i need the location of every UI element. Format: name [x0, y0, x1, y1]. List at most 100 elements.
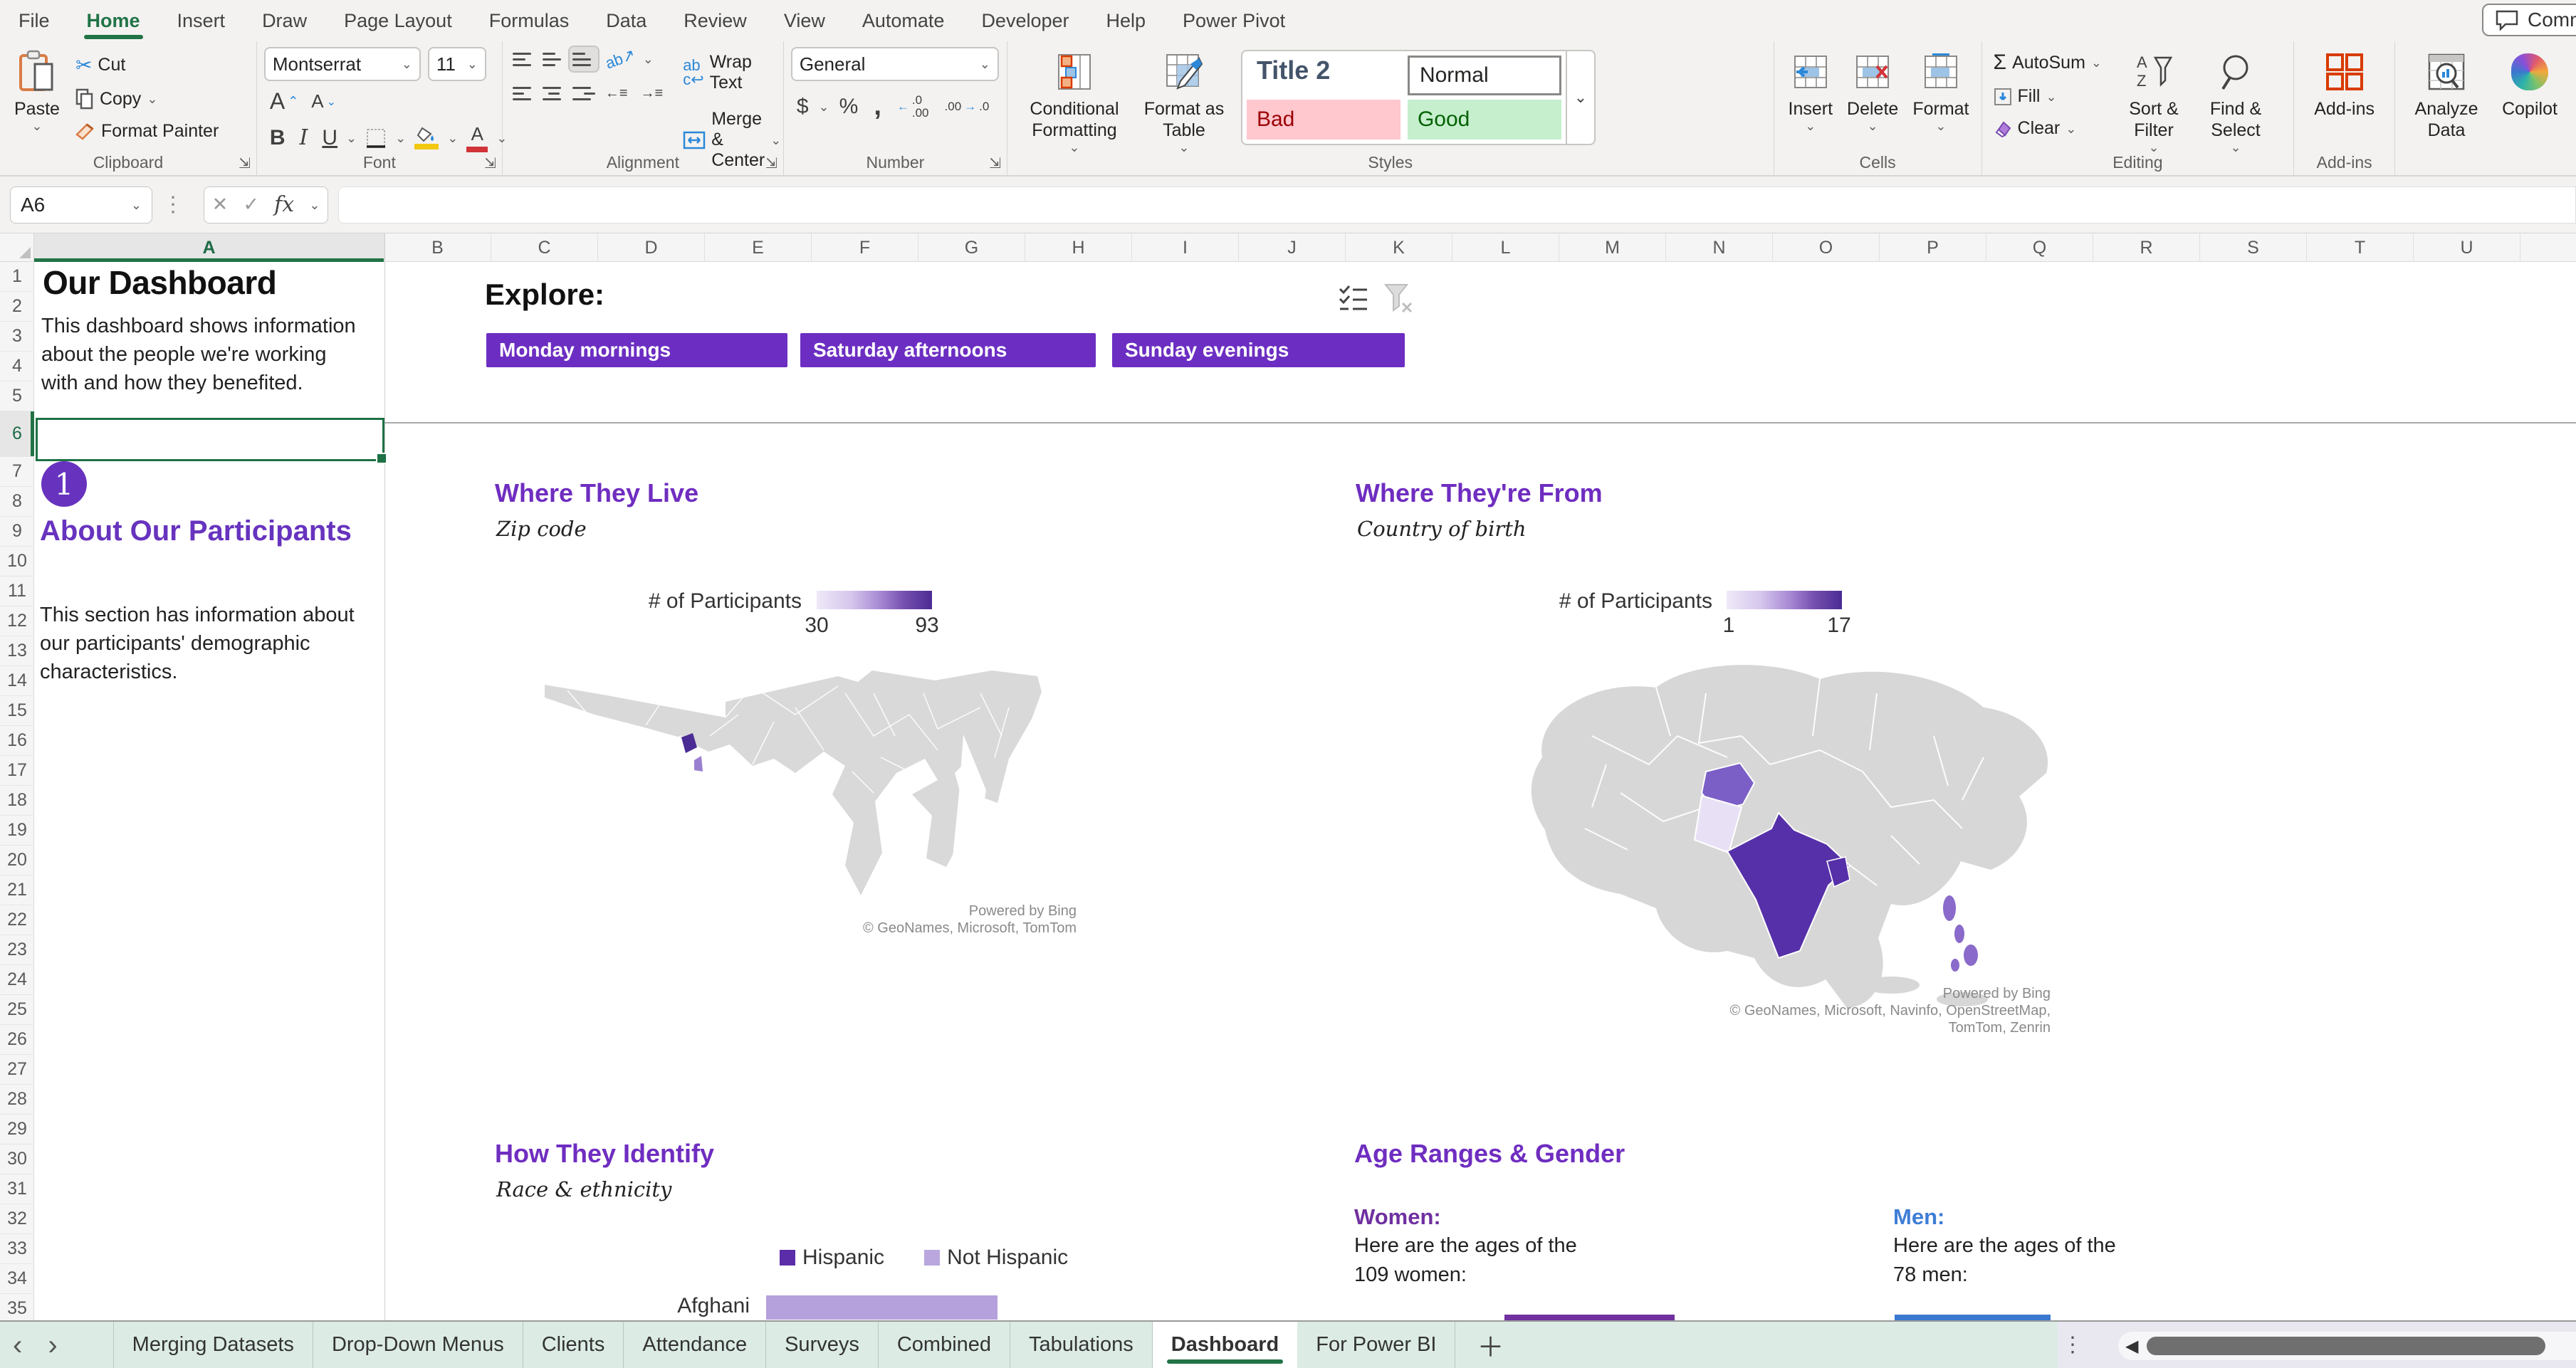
clear-button[interactable]: Clear ⌄	[1989, 116, 2106, 141]
column-header-M[interactable]: M	[1559, 233, 1666, 262]
sheet-nav-left-icon[interactable]: ‹	[0, 1331, 35, 1359]
increase-indent-button[interactable]: →≡	[635, 84, 669, 103]
ribbon-tab-data[interactable]: Data	[587, 0, 665, 41]
sheet-tab-combined[interactable]: Combined	[879, 1322, 1010, 1368]
sort-filter-button[interactable]: A Z Sort & Filter ⌄	[2112, 47, 2196, 157]
row-header-16[interactable]: 16	[0, 726, 34, 756]
row-header-29[interactable]: 29	[0, 1115, 34, 1145]
conditional-formatting-button[interactable]: Conditional Formatting ⌄	[1015, 47, 1134, 157]
borders-caret-icon[interactable]: ⌄	[395, 132, 406, 144]
row-header-26[interactable]: 26	[0, 1025, 34, 1055]
ribbon-tab-help[interactable]: Help	[1088, 0, 1165, 41]
italic-button[interactable]: I	[294, 124, 314, 152]
row-header-21[interactable]: 21	[0, 875, 34, 905]
row-header-5[interactable]: 5	[0, 382, 34, 411]
sheet-tab-clients[interactable]: Clients	[523, 1322, 624, 1368]
column-header-L[interactable]: L	[1452, 233, 1559, 262]
row-header-35[interactable]: 35	[0, 1294, 34, 1324]
copy-button[interactable]: Copy ⌄	[71, 86, 223, 112]
row-header-10[interactable]: 10	[0, 547, 34, 577]
comments-button[interactable]: Comments	[2482, 4, 2576, 36]
font-size-select[interactable]: 11⌄	[428, 47, 486, 81]
ribbon-tab-review[interactable]: Review	[665, 0, 765, 41]
row-header-9[interactable]: 9	[0, 517, 34, 547]
alignment-dialog-launcher[interactable]: ⇲	[765, 154, 777, 172]
column-header-U[interactable]: U	[2414, 233, 2520, 262]
sheet-tab-dashboard[interactable]: Dashboard	[1153, 1322, 1297, 1368]
style-normal[interactable]: Normal	[1408, 56, 1561, 95]
slicer-multiselect-icon[interactable]	[1339, 283, 1370, 312]
align-right-button[interactable]	[570, 81, 598, 105]
style-good[interactable]: Good	[1408, 100, 1561, 140]
font-color-button[interactable]: A	[461, 122, 493, 154]
decrease-decimal-button[interactable]: .00→.0	[939, 99, 995, 115]
slicer-clear-filter-icon[interactable]	[1383, 282, 1414, 313]
row-header-28[interactable]: 28	[0, 1085, 34, 1115]
ribbon-tab-draw[interactable]: Draw	[244, 0, 325, 41]
align-bottom-button[interactable]	[570, 47, 598, 71]
autosum-caret-icon[interactable]: ⌄	[2091, 56, 2102, 69]
column-header-R[interactable]: R	[2093, 233, 2200, 262]
paste-button[interactable]: Paste ⌄	[7, 47, 67, 135]
row-header-34[interactable]: 34	[0, 1264, 34, 1294]
sheet-tab-for-power-bi[interactable]: For Power BI	[1297, 1322, 1455, 1368]
accounting-format-button[interactable]: $	[791, 93, 815, 120]
row-header-4[interactable]: 4	[0, 352, 34, 382]
increase-font-button[interactable]: A⌃	[264, 87, 304, 116]
row-header-15[interactable]: 15	[0, 696, 34, 726]
ribbon-tab-power-pivot[interactable]: Power Pivot	[1164, 0, 1304, 41]
select-all-corner[interactable]	[0, 233, 34, 262]
column-header-F[interactable]: F	[812, 233, 918, 262]
horizontal-scrollbar-thumb[interactable]	[2147, 1337, 2545, 1355]
column-header-J[interactable]: J	[1239, 233, 1346, 262]
column-header-B[interactable]: B	[384, 233, 491, 262]
maryland-map[interactable]	[539, 651, 1068, 941]
slicer-button-saturday-afternoons[interactable]: Saturday afternoons	[800, 333, 1096, 367]
font-dialog-launcher[interactable]: ⇲	[484, 154, 496, 172]
fill-caret-icon[interactable]: ⌄	[447, 132, 458, 144]
column-header-Q[interactable]: Q	[1986, 233, 2093, 262]
format-as-table-button[interactable]: Format as Table ⌄	[1134, 47, 1234, 157]
accounting-caret-icon[interactable]: ⌄	[819, 100, 829, 113]
row-header-23[interactable]: 23	[0, 935, 34, 965]
number-format-select[interactable]: General⌄	[791, 47, 999, 81]
column-header-C[interactable]: C	[491, 233, 598, 262]
name-box[interactable]: A6 ⌄	[10, 186, 152, 223]
row-header-18[interactable]: 18	[0, 786, 34, 816]
wrap-text-button[interactable]: abc↩ Wrap Text	[679, 50, 785, 95]
insert-function-icon[interactable]: fx	[274, 192, 294, 217]
ribbon-tab-page-layout[interactable]: Page Layout	[325, 0, 471, 41]
row-header-25[interactable]: 25	[0, 995, 34, 1025]
cells-canvas[interactable]	[34, 262, 2576, 1320]
row-header-30[interactable]: 30	[0, 1145, 34, 1174]
sheet-tab-drop-down-menus[interactable]: Drop-Down Menus	[313, 1322, 523, 1368]
cells-format-button[interactable]: Format⌄	[1905, 47, 1976, 135]
orientation-button[interactable]: ab↗	[597, 42, 644, 76]
confirm-entry-icon[interactable]: ✓	[243, 194, 259, 216]
ribbon-tab-file[interactable]: File	[0, 0, 68, 41]
row-header-6[interactable]: 6	[0, 411, 34, 457]
row-header-20[interactable]: 20	[0, 846, 34, 875]
row-header-11[interactable]: 11	[0, 577, 34, 606]
row-header-2[interactable]: 2	[0, 292, 34, 322]
analyze-data-button[interactable]: Analyze Data	[2402, 47, 2491, 144]
formula-bar-kebab-icon[interactable]: ⋮	[162, 192, 184, 217]
ribbon-tab-developer[interactable]: Developer	[963, 0, 1087, 41]
style-title2[interactable]: Title 2	[1247, 56, 1400, 95]
slicer-button-sunday-evenings[interactable]: Sunday evenings	[1112, 333, 1405, 367]
row-header-24[interactable]: 24	[0, 965, 34, 995]
row-header-8[interactable]: 8	[0, 487, 34, 517]
sheet-tab-tabulations[interactable]: Tabulations	[1010, 1322, 1153, 1368]
column-header-T[interactable]: T	[2307, 233, 2414, 262]
decrease-indent-button[interactable]: ←≡	[600, 84, 634, 103]
fill-editing-caret-icon[interactable]: ⌄	[2046, 90, 2056, 103]
copy-caret-icon[interactable]: ⌄	[147, 93, 157, 105]
format-painter-button[interactable]: Format Painter	[71, 119, 223, 144]
row-header-1[interactable]: 1	[0, 262, 34, 292]
row-header-7[interactable]: 7	[0, 457, 34, 487]
sheet-tab-surveys[interactable]: Surveys	[766, 1322, 879, 1368]
bold-button[interactable]: B	[264, 125, 291, 152]
tab-splitter-icon[interactable]: ⋮	[2062, 1332, 2083, 1357]
fill-button[interactable]: Fill ⌄	[1989, 84, 2106, 109]
underline-caret-icon[interactable]: ⌄	[346, 132, 357, 144]
